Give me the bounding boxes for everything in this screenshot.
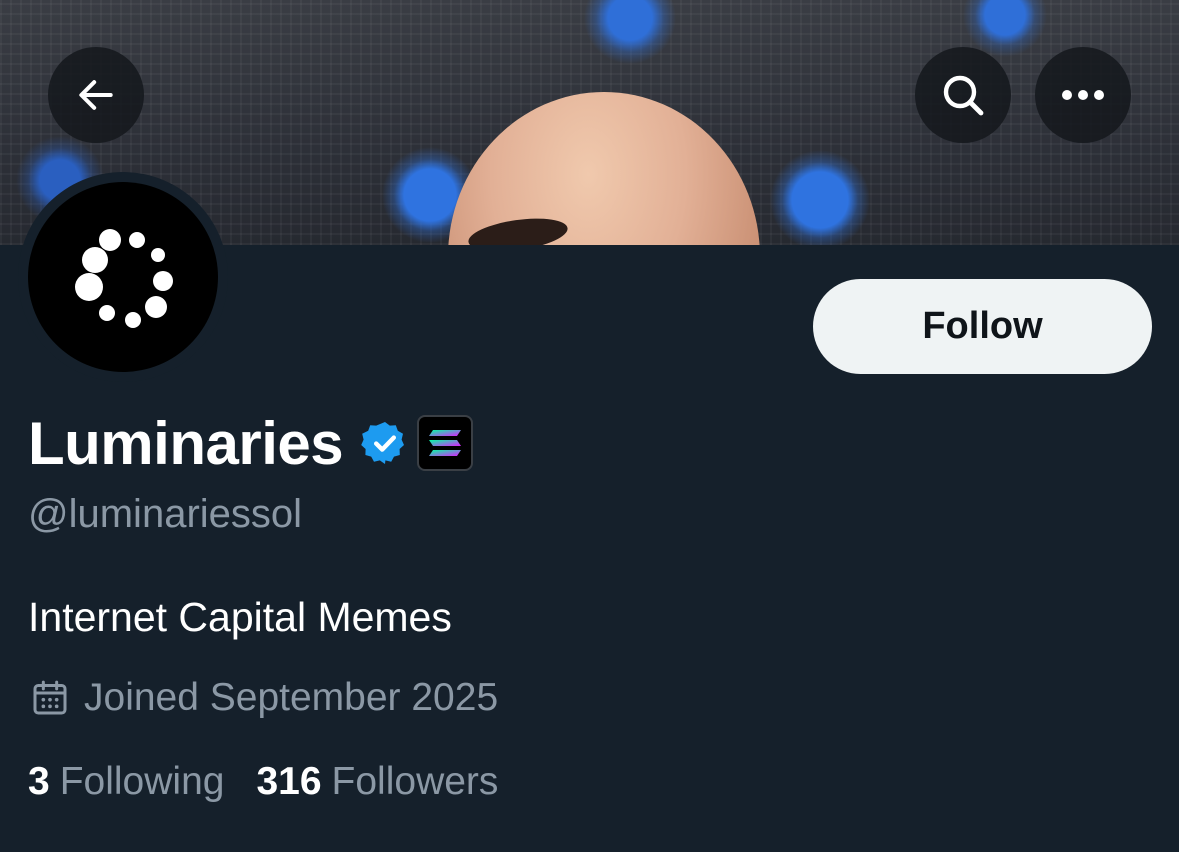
following-label: Following bbox=[59, 760, 225, 803]
joined-date: Joined September 2025 bbox=[84, 676, 499, 719]
followers-count: 316 bbox=[256, 760, 322, 803]
follow-button[interactable]: Follow bbox=[813, 279, 1152, 374]
following-link[interactable]: 3 Following bbox=[28, 760, 224, 804]
banner-person bbox=[448, 92, 760, 245]
following-count: 3 bbox=[28, 760, 50, 803]
profile-bio: Internet Capital Memes bbox=[28, 594, 452, 640]
followers-link[interactable]: 316 Followers bbox=[256, 760, 498, 804]
more-options-button[interactable] bbox=[1035, 47, 1131, 143]
calendar-icon bbox=[33, 680, 67, 715]
profile-page: Follow Luminaries @luminariessol Interne… bbox=[0, 0, 1179, 852]
avatar-frame[interactable] bbox=[18, 172, 228, 382]
more-horizontal-icon bbox=[1062, 90, 1104, 100]
solana-affiliate-badge[interactable] bbox=[417, 415, 474, 471]
follow-stats: 3 Following 316 Followers bbox=[28, 760, 498, 804]
joined-date-row: Joined September 2025 bbox=[30, 676, 498, 720]
luminaries-logo-icon bbox=[75, 229, 173, 328]
avatar bbox=[28, 182, 218, 372]
arrow-left-icon bbox=[79, 80, 113, 110]
followers-label: Followers bbox=[331, 760, 499, 803]
name-row: Luminaries bbox=[28, 405, 474, 481]
search-button[interactable] bbox=[915, 47, 1011, 143]
verified-badge-icon[interactable] bbox=[361, 419, 409, 467]
profile-handle: @luminariessol bbox=[28, 492, 303, 536]
display-name: Luminaries bbox=[28, 409, 344, 477]
back-button[interactable] bbox=[48, 47, 144, 143]
solana-icon bbox=[429, 430, 462, 456]
search-icon bbox=[943, 75, 984, 116]
